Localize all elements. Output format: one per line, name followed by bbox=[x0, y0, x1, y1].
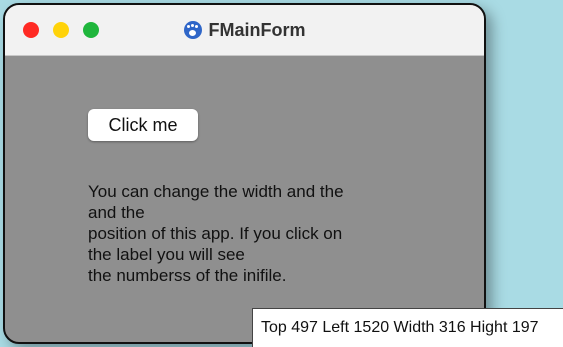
title-bar[interactable]: FMainForm bbox=[5, 5, 484, 56]
info-label-line: position of this app. If you click on bbox=[88, 224, 343, 243]
status-text: Top 497 Left 1520 Width 316 Hight 197 bbox=[252, 308, 563, 347]
paw-icon bbox=[183, 21, 202, 39]
info-label-line: and the bbox=[88, 203, 145, 222]
click-me-button[interactable]: Click me bbox=[88, 109, 198, 141]
info-label-line: You can change the width and the bbox=[88, 182, 344, 201]
info-label-line: the numberss of the inifile. bbox=[88, 266, 287, 285]
info-label-line: the label you will see bbox=[88, 245, 245, 264]
app-window: FMainForm Click me You can change the wi… bbox=[3, 3, 486, 344]
window-title: FMainForm bbox=[208, 19, 306, 40]
window-title-group: FMainForm bbox=[5, 5, 484, 55]
info-label[interactable]: You can change the width and the and the… bbox=[88, 181, 408, 286]
